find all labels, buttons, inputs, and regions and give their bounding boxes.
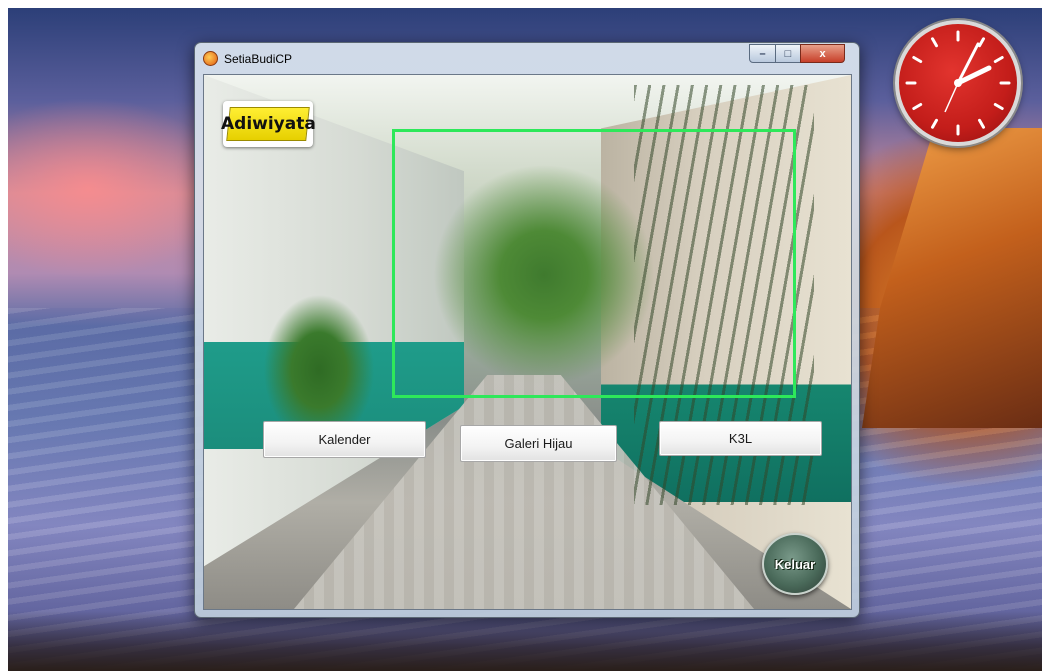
- clock-face: [905, 30, 1011, 136]
- app-icon: [203, 51, 218, 66]
- clock-gadget[interactable]: [895, 20, 1021, 146]
- adiwiyata-logo: Adiwiyata: [220, 101, 316, 147]
- close-button[interactable]: x: [800, 44, 845, 63]
- clock-second-hand: [944, 82, 959, 113]
- window-title: SetiaBudiCP: [224, 52, 293, 66]
- window-content: Adiwiyata Kalender Galeri Hijau K3L Kelu…: [203, 74, 852, 610]
- close-icon: x: [819, 47, 826, 60]
- keluar-label: Keluar: [774, 556, 816, 572]
- logo-text: Adiwiyata: [220, 114, 316, 134]
- keluar-button[interactable]: Keluar: [762, 533, 828, 595]
- maximize-icon: □: [784, 47, 792, 60]
- minimize-button[interactable]: –: [749, 44, 776, 63]
- galeri-hijau-button[interactable]: Galeri Hijau: [460, 425, 617, 462]
- minimize-icon: –: [759, 47, 766, 60]
- maximize-button[interactable]: □: [775, 44, 801, 63]
- title-bar[interactable]: SetiaBudiCP – □ x: [195, 43, 859, 73]
- rock-cliff: [862, 128, 1042, 428]
- rocks-foreground: [8, 611, 1042, 671]
- k3l-button[interactable]: K3L: [659, 421, 822, 456]
- highlight-frame: [392, 129, 796, 398]
- app-window: SetiaBudiCP – □ x Adiwiyata Kalender Gal…: [194, 42, 860, 618]
- kalender-button[interactable]: Kalender: [263, 421, 426, 458]
